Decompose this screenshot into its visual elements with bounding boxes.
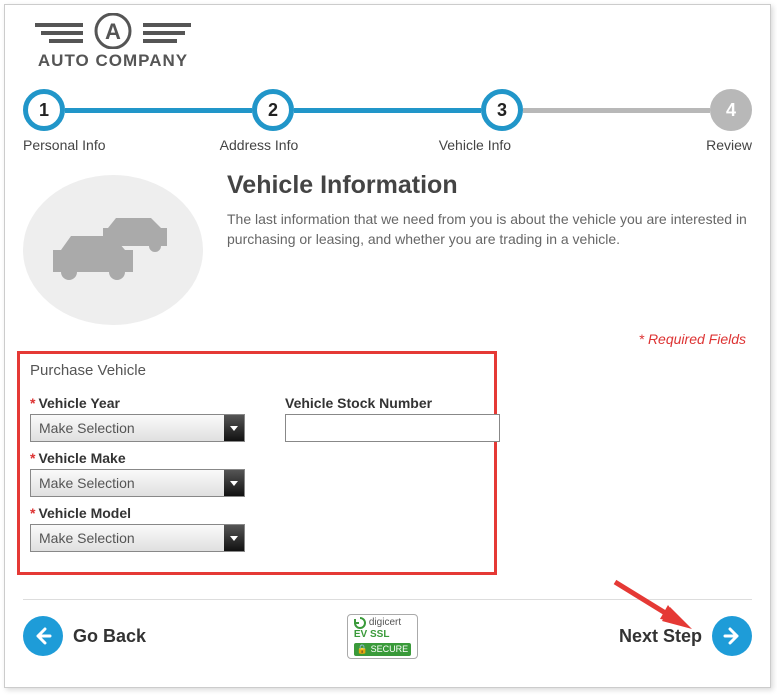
step-2: 2 [252,89,294,131]
next-step-button[interactable]: Next Step [619,616,752,656]
footer-divider [23,599,752,600]
vehicle-model-value: Make Selection [39,530,135,546]
step-line-2-3 [294,108,481,113]
arrow-right-icon [712,616,752,656]
ssl-badge: digicert EV SSL 🔒 SECURE [347,614,418,659]
svg-text:A: A [105,19,121,44]
step-4: 4 [710,89,752,131]
logo-wings-icon: A [33,13,193,49]
badge-line2: EV SSL [354,629,390,641]
step-4-label: Review [613,137,752,153]
vehicle-make-select[interactable]: Make Selection [30,469,245,497]
lock-icon: 🔒 [357,644,368,654]
step-3-label: Vehicle Info [394,137,613,153]
step-labels: Personal Info Address Info Vehicle Info … [23,137,752,153]
next-step-label: Next Step [619,626,702,647]
go-back-label: Go Back [73,626,146,647]
step-3-number: 3 [481,89,523,131]
vehicle-stock-input[interactable] [285,414,500,442]
step-3: 3 [481,89,523,131]
step-line-1-2 [65,108,252,113]
chevron-down-icon [224,525,244,551]
vehicle-hero-icon [23,175,203,325]
vehicle-year-select[interactable]: Make Selection [30,414,245,442]
vehicle-year-label: *Vehicle Year [30,395,245,411]
arrow-left-icon [23,616,63,656]
step-1-label: Personal Info [23,137,180,153]
step-4-number: 4 [710,89,752,131]
step-1: 1 [23,89,65,131]
step-2-label: Address Info [180,137,394,153]
vehicle-year-value: Make Selection [39,420,135,436]
badge-brand: digicert [369,617,401,629]
step-line-3-4 [523,108,710,113]
purchase-vehicle-legend: Purchase Vehicle [30,362,484,379]
logo-text: AUTO COMPANY [23,51,203,71]
required-fields-note: * Required Fields [5,331,746,347]
page-description: The last information that we need from y… [227,210,752,249]
vehicle-model-label: *Vehicle Model [30,505,245,521]
step-1-number: 1 [23,89,65,131]
vehicle-make-value: Make Selection [39,475,135,491]
chevron-down-icon [224,415,244,441]
recycle-icon [354,617,366,629]
purchase-vehicle-group-highlight: Purchase Vehicle *Vehicle Year Make Sele… [17,351,497,575]
step-2-number: 2 [252,89,294,131]
go-back-button[interactable]: Go Back [23,616,146,656]
chevron-down-icon [224,470,244,496]
vehicle-make-label: *Vehicle Make [30,450,245,466]
vehicle-model-select[interactable]: Make Selection [30,524,245,552]
company-logo: A AUTO COMPANY [23,13,203,71]
progress-stepper: 1 2 3 4 [23,89,752,131]
vehicle-stock-label: Vehicle Stock Number [285,395,500,411]
cars-icon [53,210,173,290]
page-title: Vehicle Information [227,171,752,200]
badge-secure: SECURE [371,644,409,654]
